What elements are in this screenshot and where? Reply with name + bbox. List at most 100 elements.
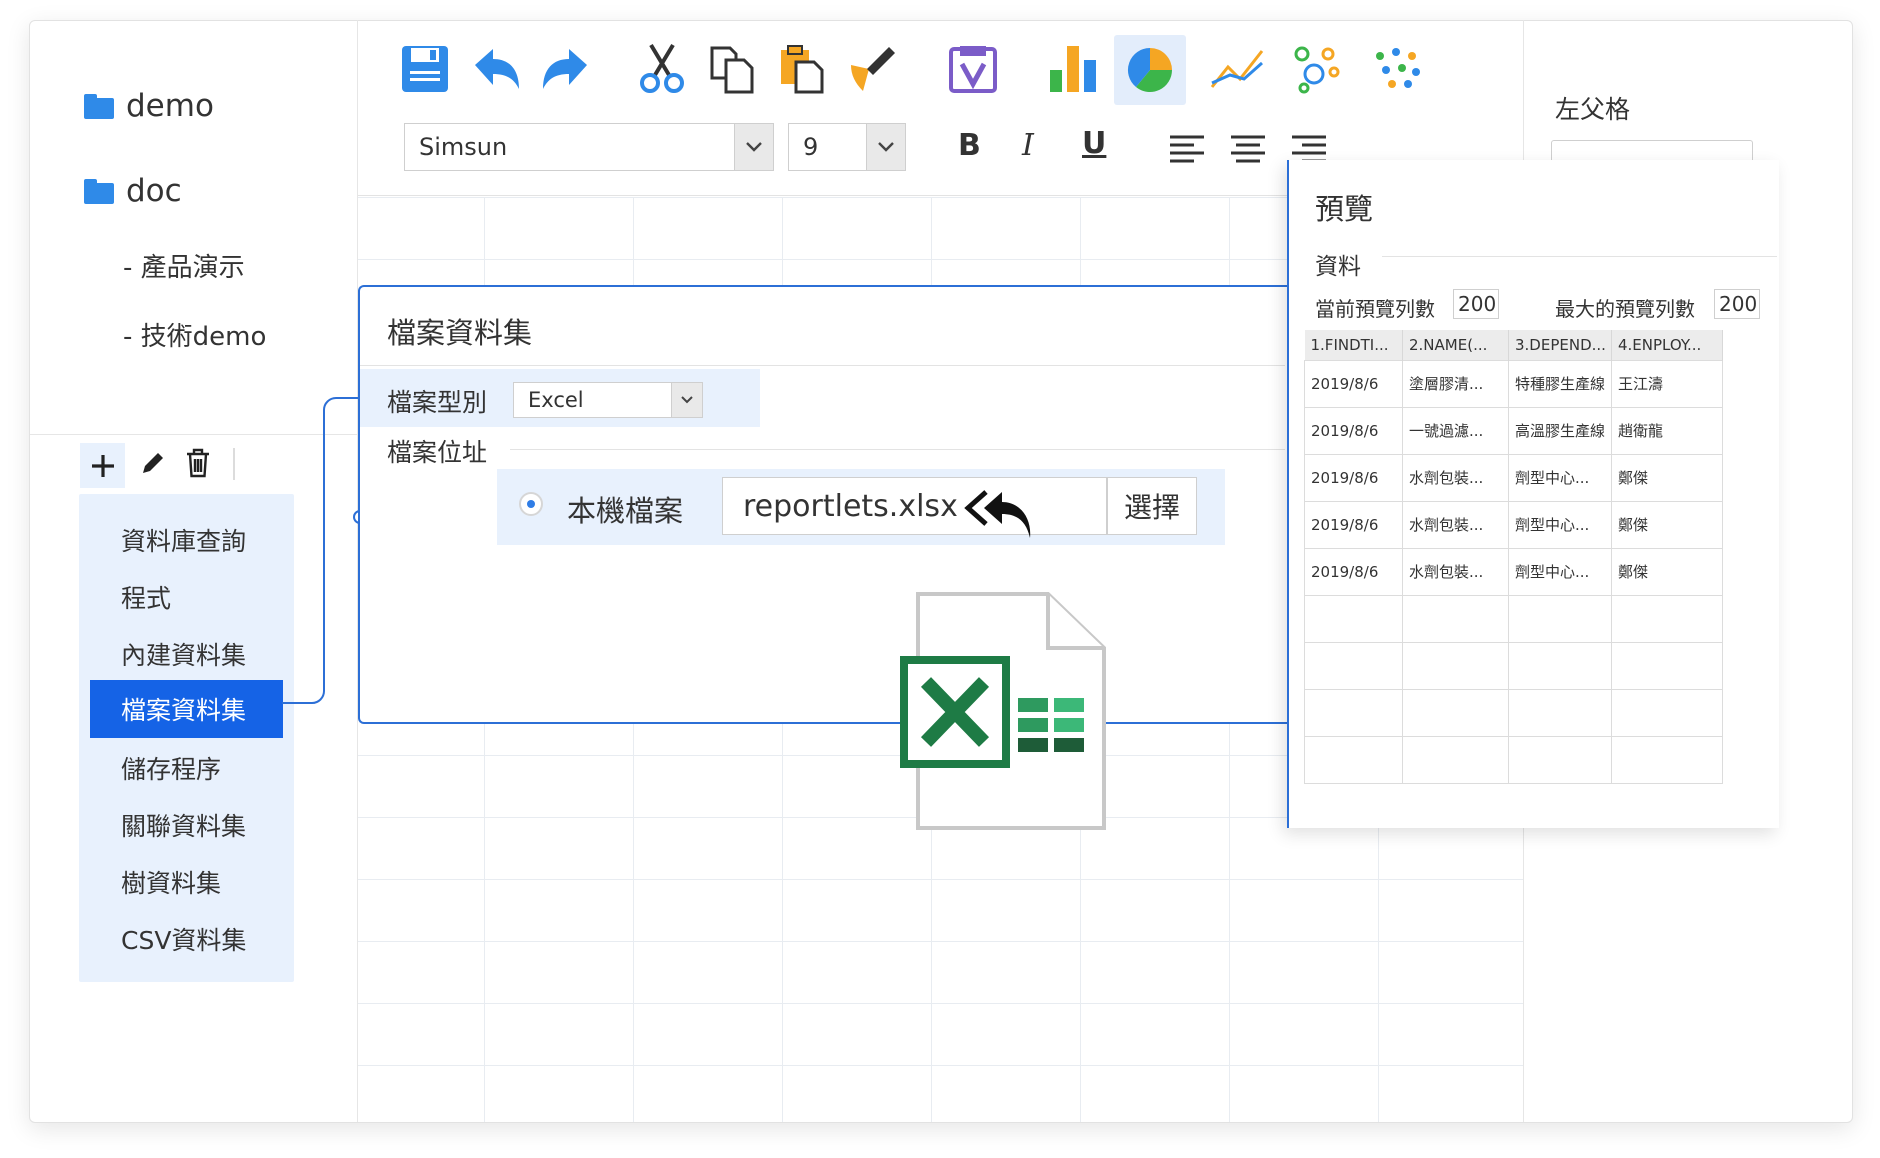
column-header[interactable]: 1.FINDTI... <box>1304 330 1403 361</box>
table-row-empty <box>1304 736 1723 784</box>
max-rows-label: 最大的預覽列數 <box>1555 297 1695 321</box>
table-cell <box>1304 689 1403 737</box>
bar-chart-button[interactable] <box>1046 42 1100 96</box>
table-row-empty <box>1304 595 1723 643</box>
line-chart-button[interactable] <box>1210 42 1264 96</box>
dialog-title: 檔案資料集 <box>387 316 533 350</box>
table-row: 2019/8/6 一號過濾... 高溫膠生產線 趙衛龍 <box>1304 407 1723 455</box>
table-cell <box>1304 736 1403 784</box>
scatter-chart-button[interactable] <box>1370 42 1424 96</box>
undo-button[interactable] <box>470 42 524 96</box>
align-center-icon <box>1231 135 1265 163</box>
cut-button[interactable] <box>635 42 689 96</box>
chevron-down-icon <box>866 124 905 170</box>
table-cell: 鄭傑 <box>1611 501 1723 549</box>
font-family-value: Simsun <box>419 133 508 161</box>
table-cell: 2019/8/6 <box>1304 360 1403 408</box>
save-icon <box>402 46 448 92</box>
current-rows-label: 當前預覽列數 <box>1315 297 1435 321</box>
italic-button[interactable]: I <box>1022 128 1034 163</box>
table-cell: 鄭傑 <box>1611 454 1723 502</box>
reply-arrow-icon <box>964 490 1031 538</box>
chevron-down-icon <box>671 383 702 417</box>
file-type-label: 檔案型別 <box>387 388 488 417</box>
file-path-value: reportlets.xlsx <box>743 488 958 524</box>
paste-icon <box>781 45 824 94</box>
file-path-label: 檔案位址 <box>387 438 488 467</box>
column-header[interactable]: 4.ENPLOY... <box>1611 330 1723 361</box>
table-cell <box>1402 595 1509 643</box>
column-header[interactable]: 3.DEPEND... <box>1508 330 1612 361</box>
table-cell <box>1402 689 1509 737</box>
table-cell <box>1304 642 1403 690</box>
table-cell: 趙衛龍 <box>1611 407 1723 455</box>
table-cell: 高溫膠生產線 <box>1508 407 1612 455</box>
bold-button[interactable]: B <box>958 128 981 163</box>
table-row-empty <box>1304 689 1723 737</box>
table-cell: 2019/8/6 <box>1304 548 1403 596</box>
table-cell: 劑型中心... <box>1508 454 1612 502</box>
table-cell <box>1508 595 1612 643</box>
table-row: 2019/8/6 水劑包裝... 劑型中心... 鄭傑 <box>1304 548 1723 596</box>
redo-button[interactable] <box>538 42 592 96</box>
line-chart-icon <box>1210 50 1264 88</box>
table-row: 2019/8/6 水劑包裝... 劑型中心... 鄭傑 <box>1304 454 1723 502</box>
copy-button[interactable] <box>706 42 760 96</box>
table-cell <box>1304 595 1403 643</box>
table-header-row: 1.FINDTI... 2.NAME(... 3.DEPEND... 4.ENP… <box>1304 330 1723 361</box>
save-button[interactable] <box>398 42 452 96</box>
validate-button[interactable] <box>946 42 1000 96</box>
choose-button[interactable]: 選擇 <box>1107 477 1197 535</box>
format-painter-button[interactable] <box>846 42 900 96</box>
scatter-chart-icon <box>1376 48 1420 88</box>
table-cell <box>1402 642 1509 690</box>
bar-chart-icon <box>1050 46 1096 92</box>
table-cell <box>1402 736 1509 784</box>
table-cell <box>1611 595 1723 643</box>
table-cell: 水劑包裝... <box>1402 501 1509 549</box>
align-center-button[interactable] <box>1221 122 1275 176</box>
table-cell: 劑型中心... <box>1508 548 1612 596</box>
preview-section-divider <box>1382 256 1777 257</box>
table-cell: 2019/8/6 <box>1304 454 1403 502</box>
max-rows-input[interactable]: 200 <box>1714 289 1760 319</box>
chevron-down-icon <box>734 124 773 170</box>
table-row: 2019/8/6 水劑包裝... 劑型中心... 鄭傑 <box>1304 501 1723 549</box>
excel-file-icon <box>900 592 1106 830</box>
font-size-select[interactable]: 9 <box>788 123 906 171</box>
undo-icon <box>475 49 519 89</box>
table-row: 2019/8/6 塗層膠清... 特種膠生產線 王江濤 <box>1304 360 1723 408</box>
pie-chart-button[interactable] <box>1114 35 1186 105</box>
table-cell: 2019/8/6 <box>1304 501 1403 549</box>
current-rows-input[interactable]: 200 <box>1453 289 1499 319</box>
underline-button[interactable]: U <box>1082 126 1106 161</box>
dialog-title-divider <box>360 365 1285 366</box>
align-left-button[interactable] <box>1160 122 1214 176</box>
file-path-input[interactable]: reportlets.xlsx <box>722 477 1107 535</box>
file-type-select[interactable]: Excel <box>513 382 703 418</box>
paste-button[interactable] <box>776 42 830 96</box>
table-cell: 劑型中心... <box>1508 501 1612 549</box>
preview-title: 預覽 <box>1315 192 1374 226</box>
bubble-chart-button[interactable] <box>1290 42 1344 96</box>
font-family-select[interactable]: Simsun <box>404 123 774 171</box>
table-cell <box>1508 689 1612 737</box>
table-cell <box>1508 642 1612 690</box>
validate-icon <box>949 46 997 93</box>
file-type-value: Excel <box>528 388 584 412</box>
table-cell <box>1508 736 1612 784</box>
local-file-label: 本機檔案 <box>567 494 684 528</box>
table-cell: 塗層膠清... <box>1402 360 1509 408</box>
bubble-chart-icon <box>1294 46 1340 94</box>
align-left-icon <box>1170 135 1204 163</box>
table-cell: 一號過濾... <box>1402 407 1509 455</box>
redo-icon <box>543 49 587 89</box>
table-cell <box>1611 689 1723 737</box>
column-header[interactable]: 2.NAME(... <box>1402 330 1509 361</box>
preview-section-title: 資料 <box>1315 254 1361 280</box>
table-cell: 特種膠生產線 <box>1508 360 1612 408</box>
table-cell <box>1611 642 1723 690</box>
local-file-radio[interactable] <box>519 492 543 516</box>
copy-icon <box>710 46 754 94</box>
left-parent-cell-label: 左父格 <box>1555 95 1631 124</box>
